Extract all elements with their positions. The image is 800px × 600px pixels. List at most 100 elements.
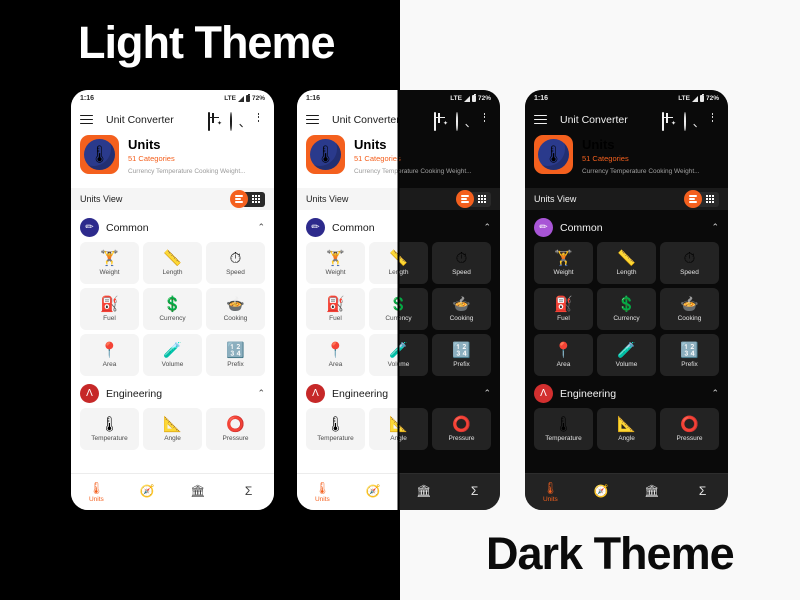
section-header-engineering[interactable]: Λ Engineering ⌃ bbox=[80, 376, 265, 408]
battery-icon bbox=[699, 94, 704, 102]
tile-angle[interactable]: 📐 Angle bbox=[143, 408, 202, 450]
tile-area[interactable]: 📍 Area bbox=[306, 334, 365, 376]
app-icon-glyph: 🌡 bbox=[84, 139, 115, 170]
pressure-icon: ⭕ bbox=[452, 415, 471, 433]
section-header-common[interactable]: ✏ Common ⌃ bbox=[80, 210, 265, 242]
tile-fuel[interactable]: ⛽ Fuel bbox=[306, 288, 365, 330]
engineering-badge-icon: Λ bbox=[306, 384, 325, 403]
tile-cooking[interactable]: 🍲 Cooking bbox=[660, 288, 719, 330]
nav-item-compass[interactable]: 🧭 bbox=[348, 484, 398, 499]
section-header-common[interactable]: ✏ Common ⌃ bbox=[534, 210, 719, 242]
list-view-icon[interactable] bbox=[230, 190, 248, 208]
tile-length[interactable]: 📏 Length bbox=[143, 242, 202, 284]
tile-area[interactable]: 📍 Area bbox=[534, 334, 593, 376]
hamburger-icon[interactable] bbox=[534, 114, 547, 125]
tile-weight[interactable]: 🏋 Weight bbox=[80, 242, 139, 284]
thermometer-app-icon: 🌡 bbox=[80, 135, 119, 174]
tile-currency[interactable]: 💲 Currency bbox=[597, 288, 656, 330]
chevron-up-icon[interactable]: ⌃ bbox=[711, 222, 719, 233]
hamburger-icon[interactable] bbox=[306, 114, 319, 125]
chevron-up-icon[interactable]: ⌃ bbox=[257, 222, 265, 233]
tile-label: Volume bbox=[615, 360, 638, 368]
tile-length[interactable]: 📏 Length bbox=[597, 242, 656, 284]
tile-speed[interactable]: ⏱ Speed bbox=[660, 242, 719, 284]
tile-temperature[interactable]: 🌡 Temperature bbox=[534, 408, 593, 450]
nav-item-compass[interactable]: 🧭 bbox=[576, 485, 627, 499]
compass-icon: 🧭 bbox=[365, 484, 381, 498]
tile-prefix[interactable]: 🔢 Prefix bbox=[432, 334, 491, 376]
kebab-menu-icon[interactable] bbox=[706, 113, 719, 126]
grid-star-icon[interactable]: ✦ bbox=[434, 112, 448, 131]
chevron-up-icon[interactable]: ⌃ bbox=[257, 388, 265, 399]
tile-label: Area bbox=[102, 360, 117, 368]
nav-item-bank[interactable]: 🏛 bbox=[400, 485, 450, 499]
tile-temperature[interactable]: 🌡 Temperature bbox=[80, 408, 139, 450]
kebab-menu-icon[interactable] bbox=[478, 113, 491, 126]
nav-item-sigma[interactable]: Σ bbox=[677, 485, 728, 499]
tile-label: Cooking bbox=[677, 314, 702, 322]
tile-pressure[interactable]: ⭕ Pressure bbox=[206, 408, 265, 450]
tile-temperature[interactable]: 🌡 Temperature bbox=[306, 408, 365, 450]
tile-weight[interactable]: 🏋 Weight bbox=[306, 242, 365, 284]
angle-icon: 📐 bbox=[617, 415, 636, 433]
signal-icon bbox=[463, 95, 470, 102]
area-icon: 📍 bbox=[100, 341, 119, 359]
tile-area[interactable]: 📍 Area bbox=[80, 334, 139, 376]
tile-prefix[interactable]: 🔢 Prefix bbox=[206, 334, 265, 376]
view-toggle[interactable] bbox=[230, 190, 265, 208]
view-toggle[interactable] bbox=[684, 190, 719, 208]
chevron-up-icon[interactable]: ⌃ bbox=[483, 388, 491, 399]
nav-item-compass[interactable]: 🧭 bbox=[122, 485, 173, 499]
search-icon[interactable] bbox=[456, 112, 469, 131]
tile-currency[interactable]: 💲 Currency bbox=[143, 288, 202, 330]
tile-fuel[interactable]: ⛽ Fuel bbox=[80, 288, 139, 330]
tile-fuel[interactable]: ⛽ Fuel bbox=[534, 288, 593, 330]
tile-label: Volume bbox=[161, 360, 184, 368]
view-toggle[interactable] bbox=[456, 190, 491, 208]
hero-section: 🌡 Units 51 Categories Currency Temperatu… bbox=[525, 132, 728, 184]
tile-volume[interactable]: 🧪 Volume bbox=[143, 334, 202, 376]
length-icon: 📏 bbox=[163, 249, 182, 267]
tile-pressure[interactable]: ⭕ Pressure bbox=[432, 408, 491, 450]
tile-label: Pressure bbox=[222, 434, 249, 442]
search-icon[interactable] bbox=[684, 112, 697, 131]
tile-volume[interactable]: 🧪 Volume bbox=[597, 334, 656, 376]
nav-item-sigma[interactable]: Σ bbox=[223, 485, 274, 499]
tile-grid: 🏋 Weight 📏 Length ⏱ Speed ⛽ Fuel 💲 Curre… bbox=[534, 242, 719, 376]
tile-speed[interactable]: ⏱ Speed bbox=[432, 242, 491, 284]
nav-item-thermometer[interactable]: 🌡 Units bbox=[297, 482, 348, 503]
tile-weight[interactable]: 🏋 Weight bbox=[534, 242, 593, 284]
tile-cooking[interactable]: 🍲 Cooking bbox=[432, 288, 491, 330]
nav-item-sigma[interactable]: Σ bbox=[449, 485, 500, 499]
tile-speed[interactable]: ⏱ Speed bbox=[206, 242, 265, 284]
tile-label: Pressure bbox=[676, 434, 703, 442]
network-label: LTE bbox=[450, 95, 462, 102]
thermometer-icon: 🌡 bbox=[314, 480, 330, 495]
tile-pressure[interactable]: ⭕ Pressure bbox=[660, 408, 719, 450]
tile-cooking[interactable]: 🍲 Cooking bbox=[206, 288, 265, 330]
nav-item-thermometer[interactable]: 🌡 Units bbox=[71, 482, 122, 503]
section-engineering: Λ Engineering ⌃ 🌡 Temperature 📐 Angle ⭕ … bbox=[80, 376, 265, 450]
hamburger-icon[interactable] bbox=[80, 114, 93, 125]
list-view-icon[interactable] bbox=[684, 190, 702, 208]
nav-item-bank[interactable]: 🏛 bbox=[627, 485, 678, 499]
hero-description: Currency Temperature Cooking Weight... bbox=[582, 168, 700, 175]
nav-item-thermometer[interactable]: 🌡 Units bbox=[525, 482, 576, 503]
thermometer-icon: 🌡 bbox=[88, 480, 104, 495]
nav-item-bank[interactable]: 🏛 bbox=[173, 485, 224, 499]
kebab-menu-icon[interactable] bbox=[252, 113, 265, 126]
tile-prefix[interactable]: 🔢 Prefix bbox=[660, 334, 719, 376]
battery-percent: 72% bbox=[477, 95, 491, 102]
section-header-engineering[interactable]: Λ Engineering ⌃ bbox=[534, 376, 719, 408]
grid-star-icon[interactable]: ✦ bbox=[208, 112, 222, 131]
tile-angle[interactable]: 📐 Angle bbox=[597, 408, 656, 450]
cooking-icon: 🍲 bbox=[452, 295, 471, 313]
chevron-up-icon[interactable]: ⌃ bbox=[483, 222, 491, 233]
chevron-up-icon[interactable]: ⌃ bbox=[711, 388, 719, 399]
grid-star-icon[interactable]: ✦ bbox=[662, 112, 676, 131]
tile-label: Speed bbox=[680, 268, 699, 276]
tile-label: Temperature bbox=[317, 434, 354, 442]
engineering-badge-icon: Λ bbox=[80, 384, 99, 403]
search-icon[interactable] bbox=[230, 112, 243, 131]
list-view-icon[interactable] bbox=[456, 190, 474, 208]
